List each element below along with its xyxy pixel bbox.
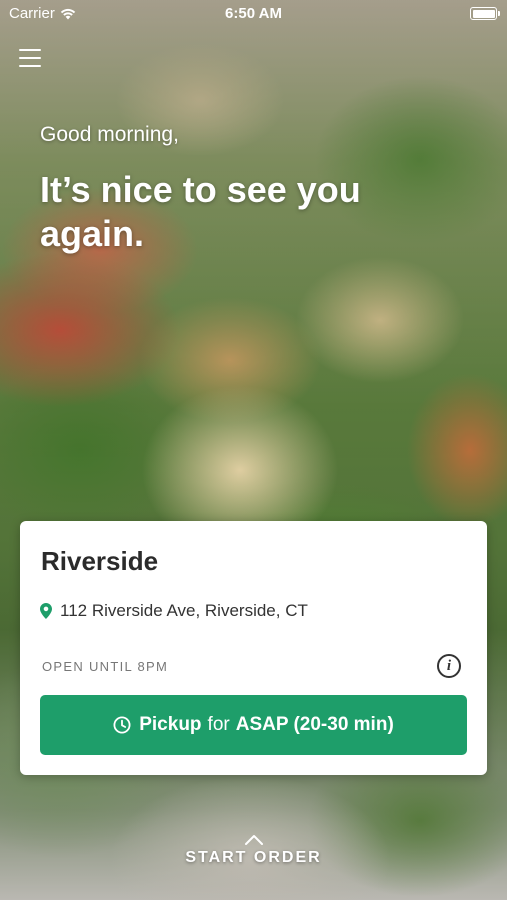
info-icon[interactable]: i — [437, 654, 461, 678]
status-time: 6:50 AM — [225, 5, 282, 22]
greeting-subtitle: Good morning, — [40, 123, 179, 146]
hours-text: OPEN UNTIL 8PM — [42, 659, 169, 674]
pickup-button[interactable]: Pickup for ASAP (20-30 min) — [40, 695, 467, 755]
greeting-title: It’s nice to see you again. — [40, 169, 361, 254]
start-order-button[interactable]: START ORDER — [0, 849, 507, 867]
clock-icon — [113, 716, 131, 734]
battery-icon — [470, 7, 500, 20]
location-name: Riverside — [41, 546, 159, 576]
battery-fill — [472, 9, 495, 18]
chevron-up-icon[interactable] — [244, 834, 264, 846]
status-bar: Carrier 6:50 AM — [0, 0, 507, 28]
pickup-connector: for — [207, 714, 230, 735]
hamburger-menu-icon[interactable] — [19, 48, 41, 68]
address-row: 112 Riverside Ave, Riverside, CT — [40, 601, 308, 621]
location-address: 112 Riverside Ave, Riverside, CT — [60, 601, 308, 620]
map-pin-icon — [40, 603, 52, 619]
location-card: Riverside 112 Riverside Ave, Riverside, … — [20, 521, 487, 775]
pickup-prefix: Pickup — [139, 714, 202, 735]
pickup-timing: ASAP (20-30 min) — [235, 714, 394, 735]
